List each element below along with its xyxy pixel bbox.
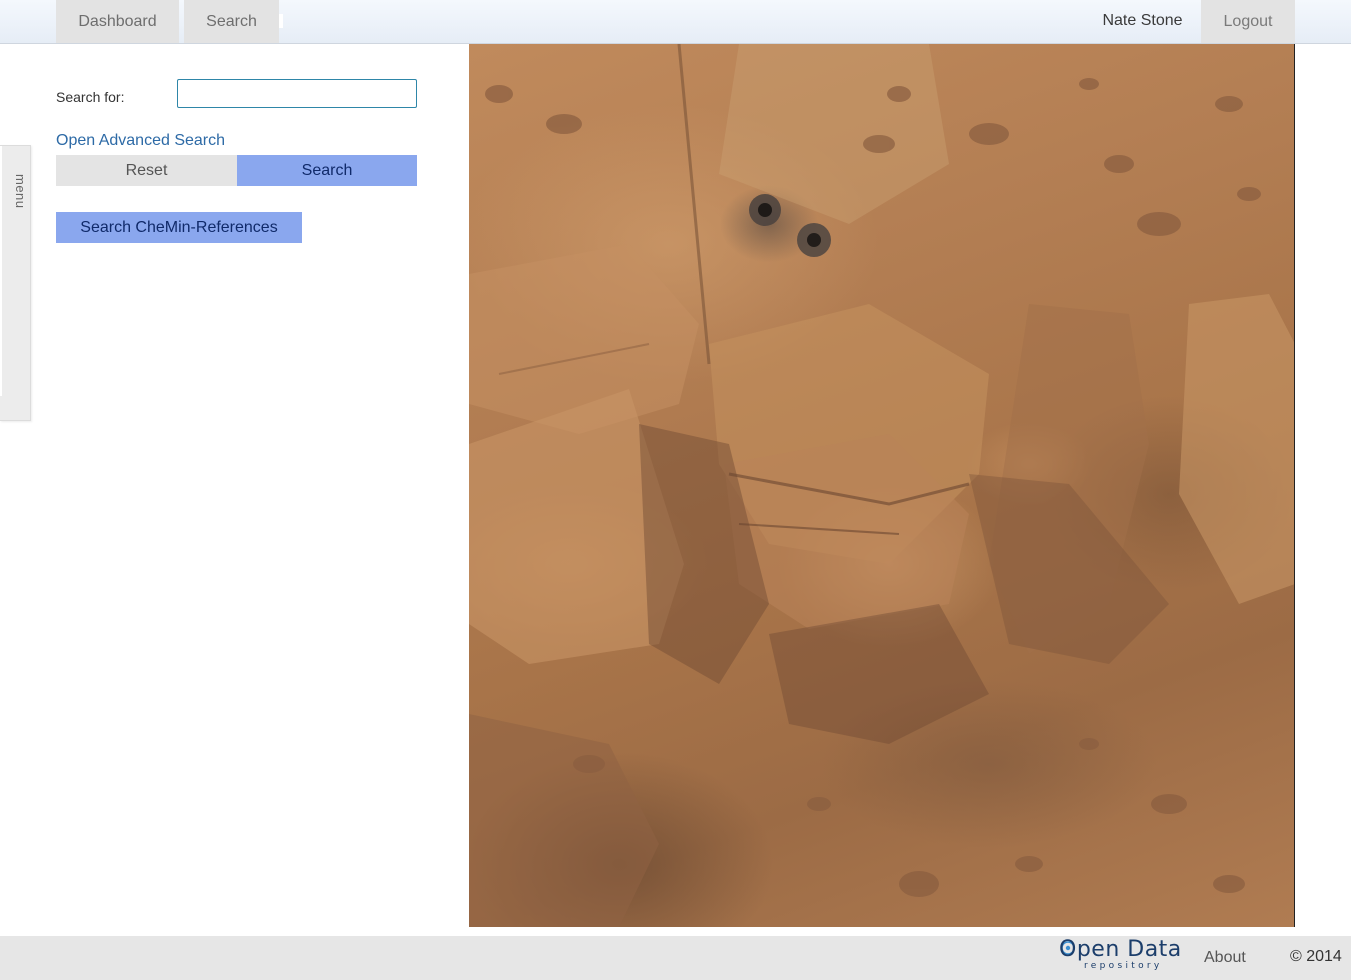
- open-advanced-search-link[interactable]: Open Advanced Search: [56, 132, 225, 150]
- mars-rock-texture: [469, 44, 1294, 927]
- logo-title: Open Data: [1059, 937, 1182, 962]
- side-menu-label: menu: [13, 174, 28, 209]
- open-data-repository-logo[interactable]: Open Data repository: [1059, 937, 1181, 973]
- search-input[interactable]: [177, 79, 417, 108]
- logo-subtitle: repository: [1084, 961, 1163, 971]
- tab-divider: [279, 14, 283, 28]
- user-name[interactable]: Nate Stone: [1090, 0, 1195, 43]
- about-link[interactable]: About: [1204, 949, 1246, 967]
- tab-dashboard[interactable]: Dashboard: [56, 0, 179, 43]
- side-menu-toggle[interactable]: menu: [0, 145, 31, 421]
- logout-button[interactable]: Logout: [1201, 0, 1295, 43]
- reset-button[interactable]: Reset: [56, 155, 237, 186]
- search-chemin-references-button[interactable]: Search CheMin-References: [56, 212, 302, 243]
- mars-surface-image: [469, 44, 1295, 927]
- search-button[interactable]: Search: [237, 155, 417, 186]
- tab-search[interactable]: Search: [184, 0, 279, 43]
- side-menu-edge: [0, 146, 2, 396]
- copyright-notice: © 2014: [1290, 948, 1342, 965]
- search-for-label: Search for:: [56, 89, 125, 105]
- top-nav-bar: Dashboard Search Nate Stone Logout: [0, 0, 1351, 44]
